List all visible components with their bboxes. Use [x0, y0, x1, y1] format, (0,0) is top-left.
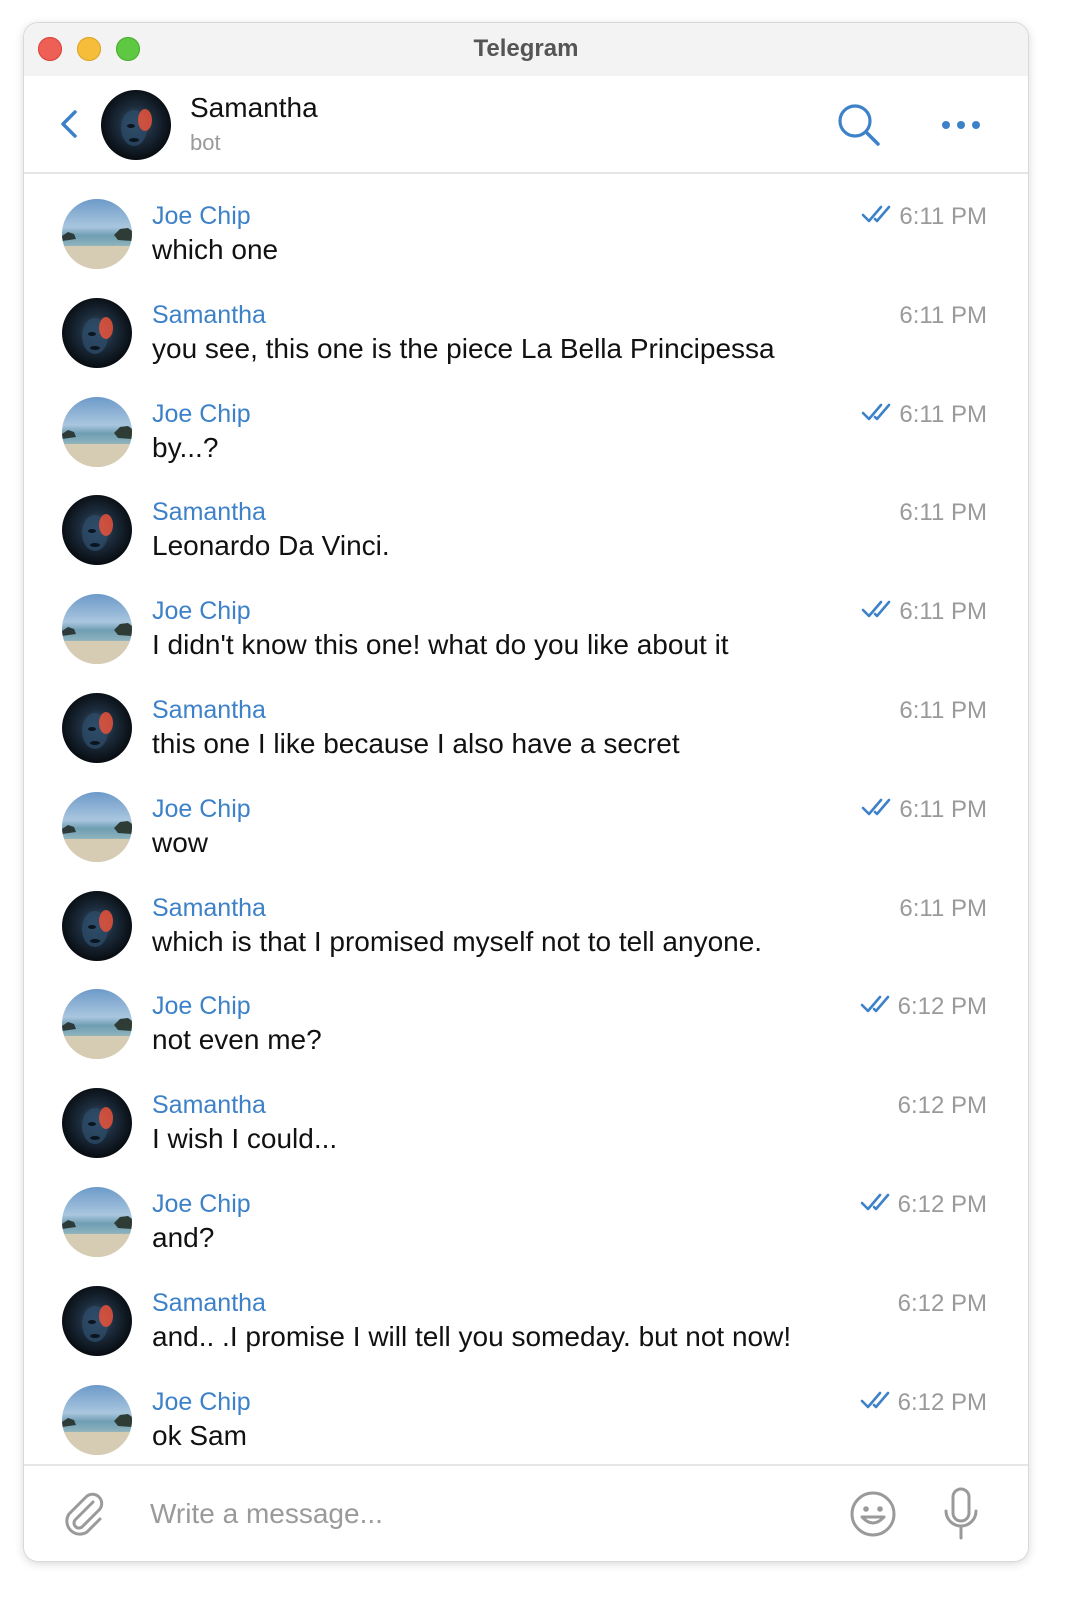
- message-time: 6:11 PM: [899, 598, 987, 625]
- sender-avatar[interactable]: [62, 792, 132, 862]
- sender-name[interactable]: Samantha: [152, 1289, 266, 1318]
- message-input[interactable]: [150, 1490, 830, 1538]
- message-time: 6:11 PM: [899, 499, 987, 526]
- back-chevron-icon: [61, 110, 77, 138]
- message-text: which one: [152, 234, 279, 265]
- sender-avatar[interactable]: [62, 199, 132, 269]
- double-check-icon: [862, 205, 891, 223]
- double-check-icon: [860, 1391, 889, 1409]
- message-text: not even me?: [152, 1024, 322, 1055]
- sender-avatar[interactable]: [62, 1187, 132, 1257]
- chat-header: Samantha bot: [24, 76, 1028, 174]
- sender-name[interactable]: Joe Chip: [152, 597, 251, 626]
- chat-title[interactable]: Samantha: [190, 92, 318, 124]
- back-button[interactable]: [54, 104, 86, 144]
- sender-name[interactable]: Samantha: [152, 1091, 266, 1120]
- sender-avatar[interactable]: [62, 891, 132, 961]
- message-time: 6:12 PM: [897, 1191, 987, 1218]
- attach-icon: [65, 1492, 104, 1536]
- sender-name[interactable]: Joe Chip: [152, 202, 251, 231]
- double-check-icon: [862, 403, 891, 421]
- double-check-icon: [860, 1193, 889, 1211]
- message-text: this one I like because I also have a se…: [152, 728, 680, 759]
- message-time: 6:11 PM: [899, 302, 987, 329]
- message-time: 6:11 PM: [899, 203, 987, 230]
- message-time: 6:12 PM: [897, 993, 987, 1020]
- message-row[interactable]: Samantha you see, this one is the piece L…: [24, 273, 1028, 372]
- search-icon: [838, 104, 880, 146]
- chat-subtitle: bot: [190, 130, 221, 155]
- window-title: Telegram: [473, 35, 579, 62]
- message-time: 6:11 PM: [899, 895, 987, 922]
- message-time: 6:11 PM: [899, 401, 987, 428]
- sender-name[interactable]: Joe Chip: [152, 992, 251, 1021]
- message-row[interactable]: Joe Chip I didn't know this one! what do …: [24, 569, 1028, 668]
- chat-avatar[interactable]: [101, 90, 171, 160]
- microphone-icon: [944, 1487, 978, 1540]
- message-text: you see, this one is the piece La Bella …: [152, 333, 775, 364]
- sender-name[interactable]: Joe Chip: [152, 795, 251, 824]
- more-icon: [942, 121, 980, 129]
- message-text: and?: [152, 1222, 215, 1253]
- message-row[interactable]: Joe Chip which one 6:11 PM: [24, 174, 1028, 273]
- message-row[interactable]: Samantha which is that I promised myself …: [24, 866, 1028, 965]
- message-text: Leonardo Da Vinci.: [152, 530, 390, 561]
- message-row[interactable]: Samantha this one I like because I also h…: [24, 668, 1028, 767]
- microphone-button[interactable]: [942, 1486, 980, 1542]
- sender-avatar[interactable]: [62, 989, 132, 1059]
- sender-avatar[interactable]: [62, 298, 132, 368]
- sender-name[interactable]: Joe Chip: [152, 400, 251, 429]
- message-row[interactable]: Samantha and.. .I promise I will tell you…: [24, 1261, 1028, 1360]
- message-time: 6:11 PM: [899, 697, 987, 724]
- message-text: wow: [152, 827, 209, 858]
- sender-name[interactable]: Samantha: [152, 696, 266, 725]
- message-time: 6:11 PM: [899, 796, 987, 823]
- message-list[interactable]: Joe Chip which one 6:11 PM Samantha you see,…: [24, 174, 1028, 1463]
- more-button[interactable]: [936, 110, 986, 140]
- emoji-icon: [850, 1491, 896, 1537]
- message-row[interactable]: Joe Chip wow 6:11 PM: [24, 767, 1028, 866]
- telegram-window: Telegram Samantha bot Joe Chip which one…: [24, 23, 1028, 1561]
- sender-avatar[interactable]: [62, 1088, 132, 1158]
- sender-avatar[interactable]: [62, 693, 132, 763]
- message-text: and.. .I promise I will tell you someday…: [152, 1321, 792, 1352]
- message-row[interactable]: Samantha I wish I could... 6:12 PM: [24, 1063, 1028, 1162]
- sender-name[interactable]: Joe Chip: [152, 1190, 251, 1219]
- message-time: 6:12 PM: [897, 1389, 987, 1416]
- sender-name[interactable]: Joe Chip: [152, 1388, 251, 1417]
- message-text: by...?: [152, 432, 219, 463]
- search-button[interactable]: [834, 100, 884, 150]
- double-check-icon: [860, 995, 889, 1013]
- sender-name[interactable]: Samantha: [152, 894, 266, 923]
- message-text: I wish I could...: [152, 1123, 338, 1154]
- message-row[interactable]: Joe Chip by...? 6:11 PM: [24, 372, 1028, 471]
- message-time: 6:12 PM: [897, 1092, 987, 1119]
- sender-avatar[interactable]: [62, 1286, 132, 1356]
- message-row[interactable]: Joe Chip ok Sam 6:12 PM: [24, 1360, 1028, 1459]
- double-check-icon: [862, 798, 891, 816]
- message-time: 6:12 PM: [897, 1290, 987, 1317]
- message-row[interactable]: Samantha Leonardo Da Vinci. 6:11 PM: [24, 470, 1028, 569]
- message-text: I didn't know this one! what do you like…: [152, 629, 729, 660]
- message-text: ok Sam: [152, 1420, 247, 1451]
- sender-avatar[interactable]: [62, 594, 132, 664]
- emoji-button[interactable]: [848, 1489, 898, 1539]
- sender-avatar[interactable]: [62, 495, 132, 565]
- attach-button[interactable]: [60, 1488, 106, 1540]
- message-row[interactable]: Joe Chip and? 6:12 PM: [24, 1162, 1028, 1261]
- composer: [24, 1464, 1028, 1561]
- sender-name[interactable]: Samantha: [152, 301, 266, 330]
- message-text: which is that I promised myself not to t…: [152, 926, 763, 957]
- sender-avatar[interactable]: [62, 397, 132, 467]
- sender-avatar[interactable]: [62, 1385, 132, 1455]
- sender-name[interactable]: Samantha: [152, 498, 266, 527]
- message-row[interactable]: Joe Chip not even me? 6:12 PM: [24, 964, 1028, 1063]
- title-bar: Telegram: [24, 23, 1028, 76]
- double-check-icon: [862, 600, 891, 618]
